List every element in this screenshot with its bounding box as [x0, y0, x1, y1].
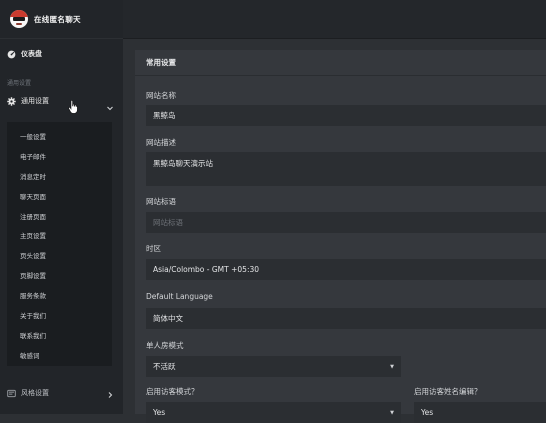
brand-logo-icon [10, 10, 28, 28]
single-room-mode-label: 单人房模式 [146, 341, 184, 350]
site-name-input[interactable]: 黑鲸岛 [146, 105, 546, 126]
brand[interactable]: 在线匿名聊天 [0, 0, 123, 39]
card-title: 常用设置 [135, 50, 546, 76]
brand-name: 在线匿名聊天 [34, 14, 81, 24]
select-value: Yes [153, 408, 166, 417]
sidebar-item-label: 风格设置 [21, 389, 49, 397]
settings-submenu: 一般设置 电子邮件 消息定时 聊天页面 注册页面 主页设置 页头设置 页脚设置 … [7, 122, 112, 366]
select-value: 不活跃 [153, 362, 176, 371]
hand-pointer-icon [68, 99, 78, 114]
select-value: Yes [421, 408, 434, 417]
submenu-item[interactable]: 联系我们 [7, 325, 112, 345]
submenu-item[interactable]: 聊天页面 [7, 186, 112, 206]
main-content: 常用设置 网站名称 黑鲸岛 网站描述 黑鲸岛聊天演示站 网站标语 网站标语 时区… [123, 39, 546, 423]
sidebar-section-label: 通用设置 [7, 80, 32, 87]
dashboard-gauge-icon [7, 50, 16, 59]
sidebar: 在线匿名聊天 仪表盘 通用设置 通用设置 一般设置 电子邮件 消息定时 聊天页面… [0, 0, 123, 414]
sidebar-item-label: 通用设置 [21, 97, 49, 105]
submenu-item[interactable]: 电子邮件 [7, 146, 112, 166]
submenu-item[interactable]: 主页设置 [7, 225, 112, 245]
site-description-textarea[interactable]: 黑鲸岛聊天演示站 [146, 152, 546, 186]
sidebar-item-label: 仪表盘 [21, 50, 42, 58]
submenu-item[interactable]: 关于我们 [7, 305, 112, 325]
guest-mode-select[interactable]: Yes ▼ [146, 402, 401, 423]
chevron-right-icon[interactable] [106, 384, 114, 403]
submenu-item[interactable]: 注册页面 [7, 206, 112, 226]
guest-mode-label: 启用访客模式？ [146, 387, 199, 396]
guest-name-edit-select[interactable]: Yes [414, 402, 546, 423]
site-name-label: 网站名称 [146, 91, 176, 100]
sidebar-item-general-settings[interactable]: 通用设置 [0, 90, 123, 112]
site-slogan-input[interactable]: 网站标语 [146, 212, 546, 233]
sidebar-item-dashboard[interactable]: 仪表盘 [0, 40, 123, 68]
submenu-item[interactable]: 敏感词 [7, 345, 112, 365]
submenu-item[interactable]: 页头设置 [7, 245, 112, 265]
single-room-mode-select[interactable]: 不活跃 ▼ [146, 356, 401, 377]
submenu-item[interactable]: 服务条款 [7, 285, 112, 305]
submenu-item[interactable]: 消息定时 [7, 166, 112, 186]
default-language-label: Default Language [146, 292, 213, 301]
default-language-select[interactable]: 简体中文 [146, 308, 546, 329]
top-bar [123, 0, 546, 39]
style-settings-icon [7, 389, 16, 398]
caret-down-icon: ▼ [390, 363, 394, 370]
guest-name-edit-label: 启用访客姓名编辑？ [414, 387, 482, 396]
chevron-down-icon[interactable] [106, 97, 114, 111]
gear-icon [7, 96, 16, 106]
submenu-item[interactable]: 一般设置 [7, 126, 112, 146]
site-description-label: 网站描述 [146, 138, 176, 147]
submenu-item[interactable]: 页脚设置 [7, 265, 112, 285]
sidebar-item-style-settings[interactable]: 风格设置 [0, 382, 123, 404]
caret-down-icon: ▼ [390, 409, 394, 416]
timezone-select[interactable]: Asia/Colombo - GMT +05:30 [146, 259, 546, 280]
settings-card: 常用设置 网站名称 黑鲸岛 网站描述 黑鲸岛聊天演示站 网站标语 网站标语 时区… [135, 50, 546, 423]
timezone-label: 时区 [146, 244, 161, 253]
site-slogan-label: 网站标语 [146, 197, 176, 206]
